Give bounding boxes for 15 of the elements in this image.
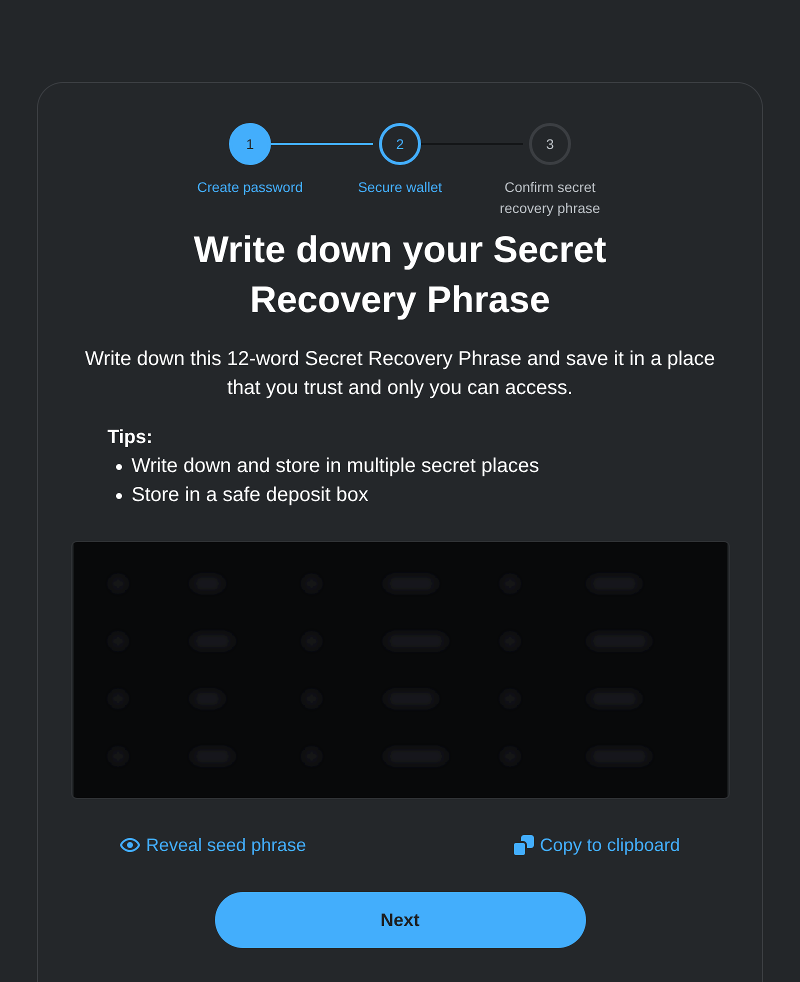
tip-text: Write down and store in multiple secret places <box>132 454 540 479</box>
reveal-link[interactable]: Reveal seed phrase <box>120 833 306 857</box>
tip-text: Store in a safe deposit box <box>132 483 368 508</box>
step-label: Create password <box>196 178 304 197</box>
bullet-icon <box>116 464 122 470</box>
step-label: Secure wallet <box>356 178 444 197</box>
eye-icon <box>120 838 140 852</box>
description-text: Write down this 12-word Secret Recovery Phrase and save it in a place that you trust and only you can access. <box>84 347 716 401</box>
bullet-icon <box>116 492 122 498</box>
step-label: Confirm secret recovery phrase <box>498 178 602 218</box>
copy-icon <box>512 834 534 856</box>
page-title: Write down your Secret Recovery Phrase <box>192 228 608 322</box>
tips-heading: Tips: <box>108 426 153 450</box>
next-button[interactable]: Next <box>214 892 586 948</box>
copy-link[interactable]: Copy to clipboard <box>512 833 680 857</box>
